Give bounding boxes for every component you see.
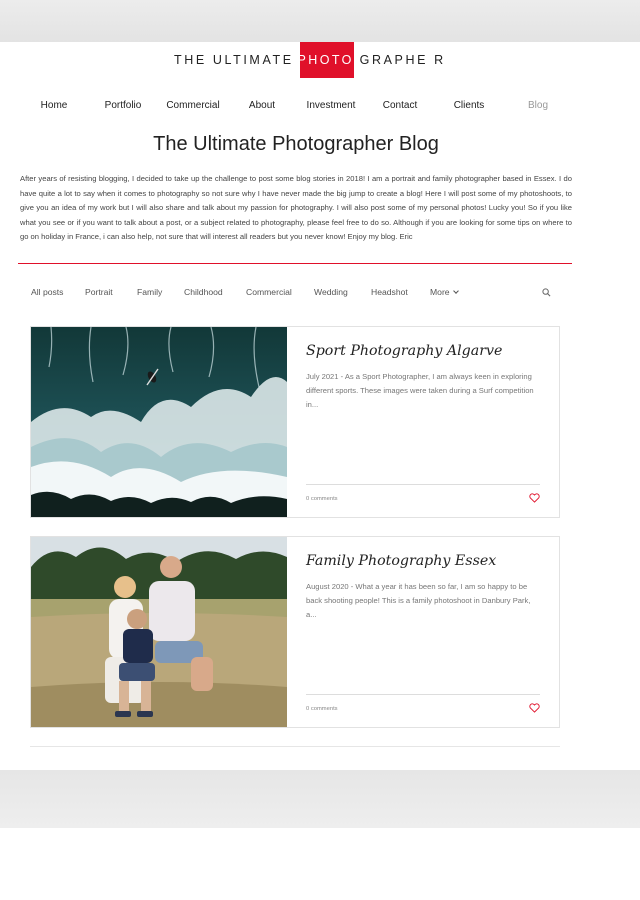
main-nav: Home Portfolio Commercial About Investme…	[0, 100, 640, 116]
nav-commercial[interactable]: Commercial	[166, 100, 219, 111]
page-title: The Ultimate Photographer Blog	[153, 133, 439, 155]
post-image-surf[interactable]	[31, 327, 287, 517]
category-headshot[interactable]: Headshot	[371, 287, 408, 297]
post-image-family[interactable]	[31, 537, 287, 727]
logo-right-text: GRAPHE R	[359, 53, 446, 67]
category-childhood[interactable]: Childhood	[184, 287, 223, 297]
post-excerpt: August 2020 - What a year it has been so…	[306, 582, 531, 619]
post-divider	[306, 484, 540, 485]
nav-portfolio[interactable]: Portfolio	[105, 100, 142, 111]
post-excerpt: July 2021 - As a Sport Photographer, I a…	[306, 372, 534, 409]
heart-icon[interactable]	[529, 493, 540, 503]
site-logo[interactable]: THE ULTIMATE PHOTO GRAPHE R	[174, 42, 446, 78]
browser-top-band	[0, 0, 640, 42]
post-title[interactable]: Sport Photography Algarve	[306, 343, 502, 359]
browser-bottom-band	[0, 770, 640, 828]
blog-post-card[interactable]: Sport Photography Algarve July 2021 - As…	[30, 326, 560, 518]
category-family[interactable]: Family	[137, 287, 162, 297]
divider	[18, 263, 572, 264]
bottom-divider	[30, 746, 560, 747]
post-title[interactable]: Family Photography Essex	[306, 553, 496, 569]
nav-blog[interactable]: Blog	[528, 100, 548, 111]
post-comments-count[interactable]: 0 comments	[306, 496, 338, 502]
post-divider	[306, 694, 540, 695]
nav-investment[interactable]: Investment	[307, 100, 356, 111]
nav-contact[interactable]: Contact	[383, 100, 417, 111]
nav-home[interactable]: Home	[41, 100, 68, 111]
search-icon[interactable]	[542, 288, 551, 297]
category-all-posts[interactable]: All posts	[31, 287, 63, 297]
family-park-photo	[31, 537, 287, 727]
category-portrait[interactable]: Portrait	[85, 287, 113, 297]
post-comments-count[interactable]: 0 comments	[306, 706, 338, 712]
chevron-down-icon	[452, 288, 459, 294]
heart-icon[interactable]	[529, 703, 540, 713]
page: THE ULTIMATE PHOTO GRAPHE R Home Portfol…	[0, 42, 640, 770]
category-wedding[interactable]: Wedding	[314, 287, 348, 297]
surf-aerial-photo	[31, 327, 287, 517]
logo-left-text: THE ULTIMATE	[174, 53, 294, 67]
logo-highlight-text: PHOTO	[298, 42, 354, 78]
blog-intro: After years of resisting blogging, I dec…	[20, 174, 572, 242]
nav-clients[interactable]: Clients	[454, 100, 485, 111]
blog-post-card[interactable]: Family Photography Essex August 2020 - W…	[30, 536, 560, 728]
nav-about[interactable]: About	[249, 100, 275, 111]
category-commercial[interactable]: Commercial	[246, 287, 292, 297]
category-more-label: More	[430, 287, 450, 297]
category-more[interactable]: More	[430, 287, 459, 297]
